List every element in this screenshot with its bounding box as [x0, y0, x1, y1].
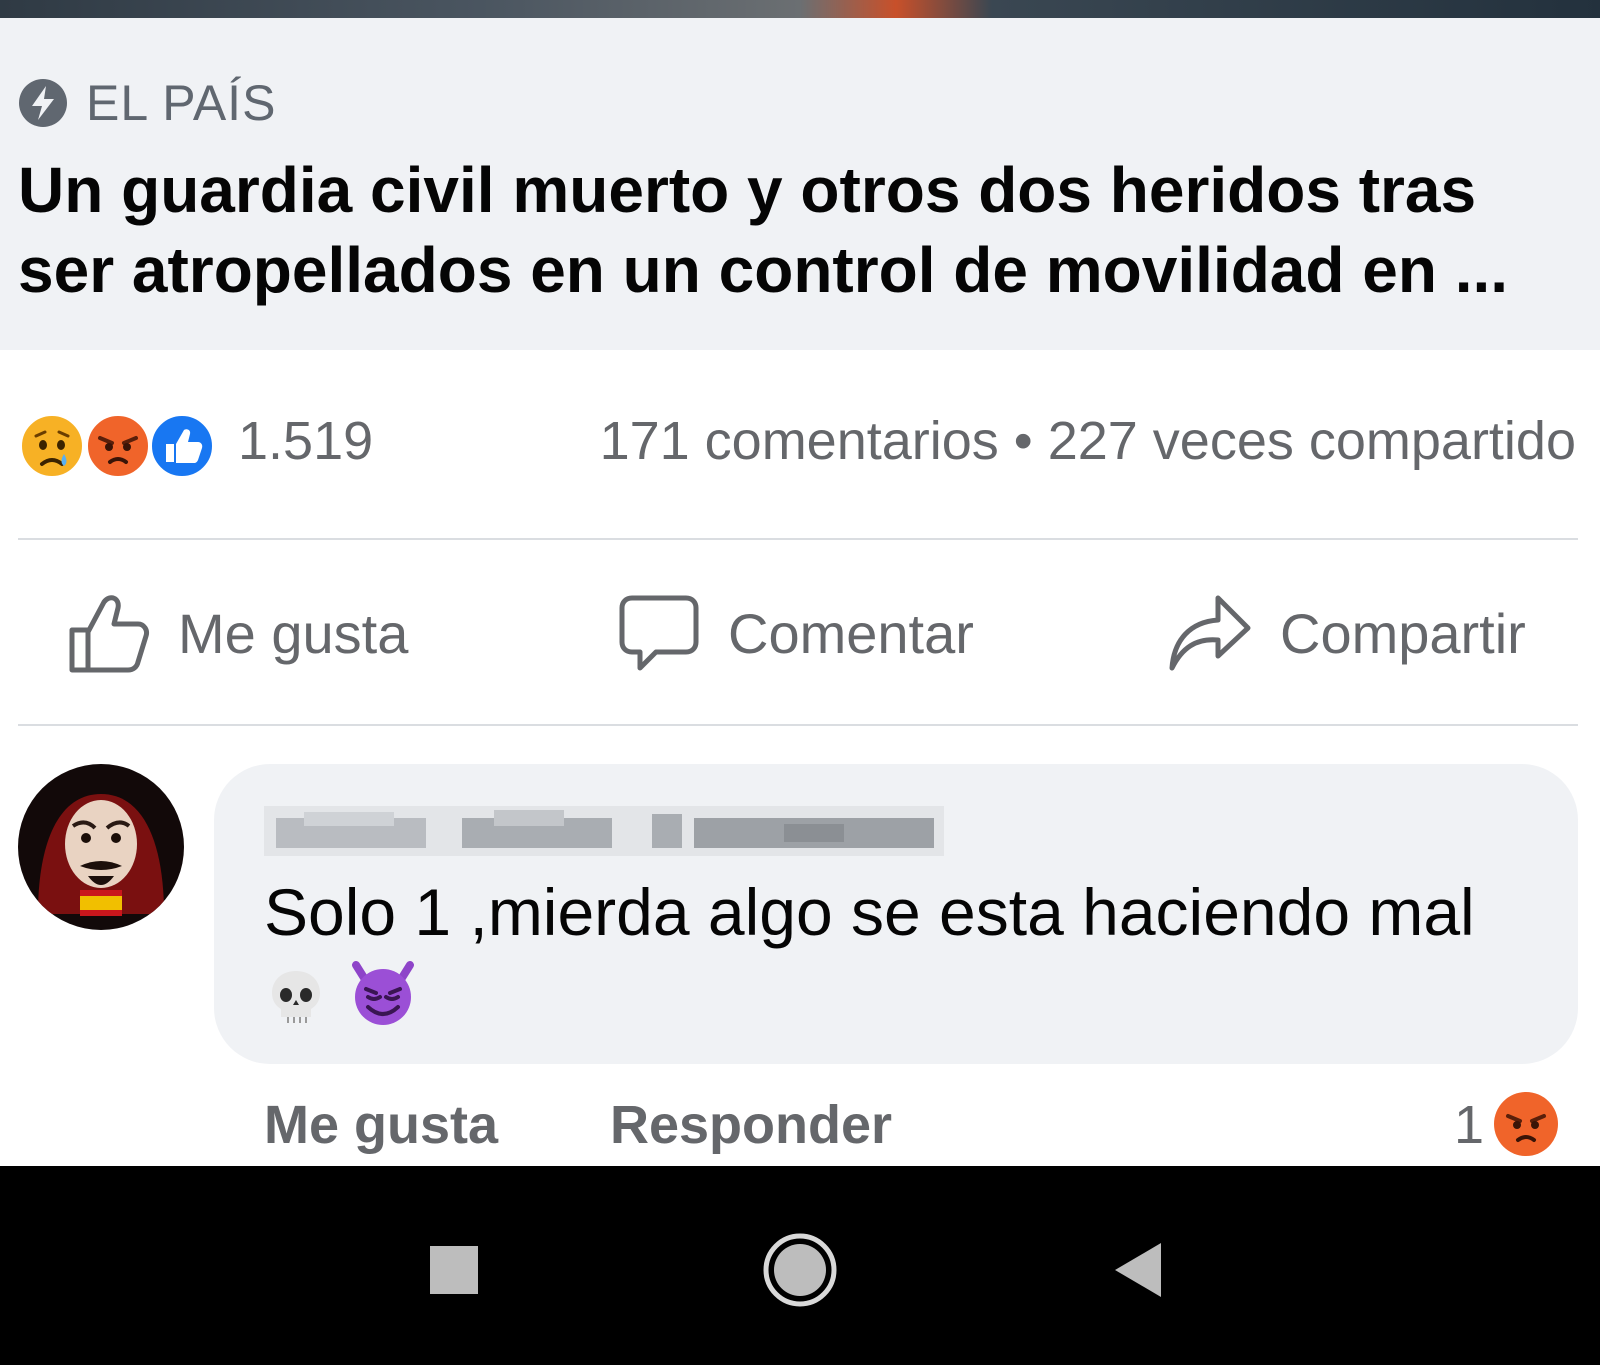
comment-button[interactable]: Comentar	[616, 588, 974, 678]
link-source: EL PAÍS	[18, 74, 276, 132]
back-icon[interactable]	[1098, 1230, 1178, 1310]
like-label: Me gusta	[178, 601, 409, 665]
reaction-count[interactable]: 1.519	[238, 410, 373, 472]
divider	[18, 538, 1578, 540]
facebook-post-screenshot: EL PAÍS Un guardia civil muerto y otros …	[0, 0, 1600, 1365]
like-icon	[148, 412, 216, 480]
link-preview[interactable]: EL PAÍS Un guardia civil muerto y otros …	[0, 18, 1600, 350]
like-button[interactable]: Me gusta	[66, 588, 408, 678]
comment-like-button[interactable]: Me gusta	[264, 1094, 498, 1156]
reactions-summary: 1.519 171 comentarios • 227 veces compar…	[16, 404, 1576, 486]
share-button[interactable]: Compartir	[1168, 588, 1526, 678]
comment-text: Solo 1 ,mierda algo se esta haciendo mal	[264, 870, 1504, 1048]
comment-label: Comentar	[728, 601, 974, 665]
avatar[interactable]	[18, 764, 184, 930]
comment-body: Solo 1 ,mierda algo se esta haciendo mal	[264, 875, 1475, 949]
comment-bubble[interactable]: Solo 1 ,mierda algo se esta haciendo mal	[214, 764, 1578, 1064]
share-arrow-icon	[1168, 590, 1254, 676]
post-image-edge[interactable]	[0, 0, 1600, 18]
reaction-icons[interactable]	[16, 412, 226, 480]
sad-icon	[18, 412, 86, 480]
smiling-devil-icon	[346, 955, 420, 1048]
lightning-icon	[18, 78, 68, 128]
share-label: Compartir	[1280, 601, 1526, 665]
author-name-redacted	[264, 806, 944, 856]
source-name: EL PAÍS	[86, 75, 277, 131]
comment-bubble-icon	[616, 590, 702, 676]
angry-icon	[84, 412, 152, 480]
comment-reaction-count[interactable]: 1	[1454, 1094, 1484, 1156]
recent-apps-icon[interactable]	[414, 1230, 494, 1310]
thumbs-up-icon	[66, 590, 152, 676]
android-navigation-bar	[0, 1166, 1600, 1365]
divider	[18, 724, 1578, 726]
skull-icon	[264, 964, 328, 1048]
comments-shares-count[interactable]: 171 comentarios • 227 veces compartido	[600, 410, 1576, 472]
comment-actions: Me gusta Responder 1	[264, 1090, 1574, 1170]
comment-reply-button[interactable]: Responder	[610, 1094, 892, 1156]
home-icon[interactable]	[760, 1230, 840, 1310]
angry-icon[interactable]	[1492, 1090, 1560, 1158]
link-headline[interactable]: Un guardia civil muerto y otros dos heri…	[18, 150, 1578, 310]
